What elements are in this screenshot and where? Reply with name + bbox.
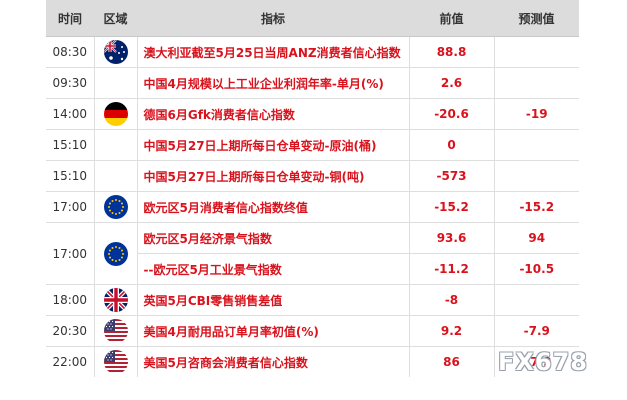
row-forecast: -19	[493, 98, 579, 130]
row-previous: 9.2	[408, 315, 494, 347]
row-previous: -11.2	[408, 253, 494, 285]
row-time: 08:30	[46, 36, 94, 68]
row-previous: 93.6	[408, 222, 494, 254]
table-row: 17:00 欧元区5月经济景气指数 93.6 94	[46, 222, 579, 285]
table-row: 09:30 中国4月规模以上工业企业利润年率-单月(%) 2.6	[46, 67, 579, 99]
row-indicator: 欧元区5月经济景气指数	[136, 222, 409, 254]
row-time: 20:30	[46, 315, 94, 347]
row-time: 15:10	[46, 129, 94, 161]
row-indicator: 美国5月咨商会消费者信心指数	[136, 346, 409, 377]
row-indicator: 欧元区5月消费者信心指数终值	[136, 191, 409, 223]
fx678-watermark: FX678	[498, 348, 588, 376]
usa-flag-icon	[103, 319, 128, 343]
row-indicator: 德国6月Gfk消费者信心指数	[136, 98, 409, 130]
row-previous: -8	[408, 284, 494, 316]
row-indicator: 英国5月CBI零售销售差值	[136, 284, 409, 316]
table-row: 15:10 中国5月27日上期所每日仓单变动-原油(桶) 0	[46, 129, 579, 161]
table-row: 08:30 澳大利亚截至5月25日当周ANZ消费者信心指数 88.8	[46, 36, 579, 68]
row-time: 17:00	[46, 222, 94, 285]
row-previous: 0	[408, 129, 494, 161]
header-time: 时间	[46, 0, 94, 37]
table-row: 17:00 欧元区5月消费者信心指数终值 -15.2 -15.2	[46, 191, 579, 223]
header-forecast: 预测值	[494, 0, 579, 37]
row-time: 18:00	[46, 284, 94, 316]
row-previous: -20.6	[408, 98, 494, 130]
row-previous: -573	[408, 160, 494, 192]
economic-calendar-table: 时间 区域 指标 前值 预测值 08:30 澳大利亚截至5月25日当周ANZ消费…	[46, 0, 579, 377]
row-forecast: -7.9	[493, 315, 579, 347]
row-time: 09:30	[46, 67, 94, 99]
table-row: 14:00 德国6月Gfk消费者信心指数 -20.6 -19	[46, 98, 579, 130]
usa-flag-icon	[103, 350, 128, 374]
uk-flag-icon	[104, 288, 128, 312]
row-time: 17:00	[46, 191, 94, 223]
eu-flag-icon	[103, 241, 128, 266]
row-indicator: 中国4月规模以上工业企业利润年率-单月(%)	[136, 67, 409, 99]
row-previous: 86	[408, 346, 494, 377]
row-previous: 88.8	[408, 36, 494, 68]
row-previous: -15.2	[408, 191, 494, 223]
row-forecast	[493, 67, 579, 99]
row-forecast: -15.2	[493, 191, 579, 223]
row-forecast	[493, 129, 579, 161]
table-row: 20:30 美国4月耐用品订单月率初值(%) 9.2 -7.9	[46, 315, 579, 347]
row-indicator: --欧元区5月工业景气指数	[136, 253, 409, 285]
row-time: 22:00	[46, 346, 94, 377]
row-previous: 2.6	[408, 67, 494, 99]
row-indicator: 美国4月耐用品订单月率初值(%)	[136, 315, 409, 347]
header-region: 区域	[94, 0, 137, 37]
header-previous: 前值	[409, 0, 494, 37]
row-indicator: 中国5月27日上期所每日仓单变动-原油(桶)	[136, 129, 409, 161]
eu-flag-icon	[103, 195, 128, 219]
table-row: 15:10 中国5月27日上期所每日仓单变动-铜(吨) -573	[46, 160, 579, 192]
row-forecast	[493, 160, 579, 192]
row-indicator: 中国5月27日上期所每日仓单变动-铜(吨)	[136, 160, 409, 192]
row-indicator: 澳大利亚截至5月25日当周ANZ消费者信心指数	[136, 36, 409, 68]
row-forecast	[493, 36, 579, 68]
row-time: 15:10	[46, 160, 94, 192]
header-indicator: 指标	[137, 0, 409, 37]
row-forecast: 94	[493, 222, 579, 254]
table-row: 18:00 英国5月CBI零售销售差值 -8	[46, 284, 579, 316]
row-forecast	[493, 284, 579, 316]
row-forecast: -10.5	[493, 253, 579, 285]
australia-flag-icon	[103, 40, 128, 64]
table-header-row: 时间 区域 指标 前值 预测值	[46, 0, 579, 37]
germany-flag-icon	[103, 102, 128, 126]
row-time: 14:00	[46, 98, 94, 130]
